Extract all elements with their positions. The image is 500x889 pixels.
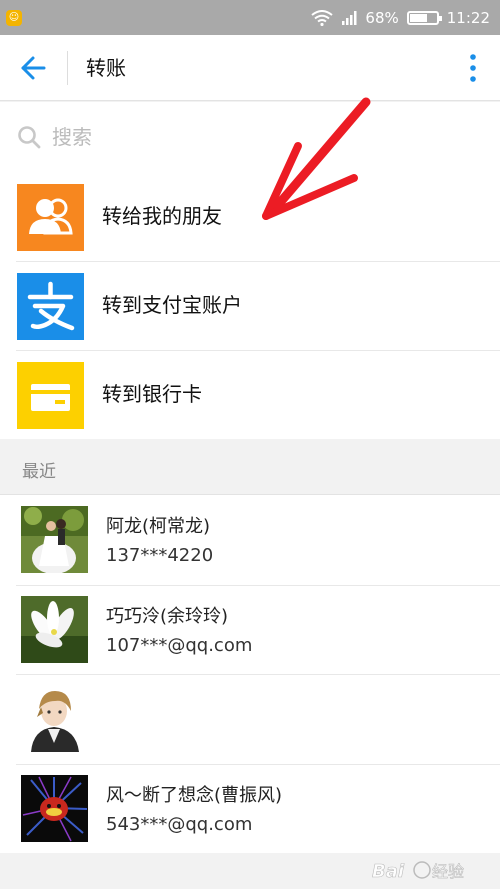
- page-title: 转账: [86, 56, 126, 80]
- contact-account: 543***@qq.com: [106, 813, 253, 835]
- avatar: [21, 506, 88, 573]
- svg-text:Bai: Bai: [372, 861, 405, 882]
- wifi-icon: [311, 9, 334, 26]
- back-arrow-icon: [21, 56, 46, 80]
- more-vertical-icon: [470, 54, 476, 82]
- battery-icon: [406, 10, 442, 25]
- bank-card-icon: [17, 362, 84, 429]
- avatar: [21, 595, 88, 663]
- contact-name: 阿龙(柯常龙): [106, 516, 211, 537]
- recent-contacts-list: 阿龙(柯常龙) 137***4220 巧巧泠(余玲玲) 107***@qq.co…: [0, 495, 500, 853]
- search-bar: [0, 102, 500, 172]
- status-bar: ☺ 68% 11:22: [0, 0, 500, 35]
- contact-row[interactable]: 阿龙(柯常龙) 137***4220: [0, 495, 500, 585]
- back-button[interactable]: [12, 49, 52, 87]
- signal-icon: [342, 10, 357, 25]
- contact-name: 巧巧泠(余玲玲): [106, 605, 229, 627]
- alipay-icon: [17, 273, 84, 340]
- clock: 11:22: [446, 8, 490, 27]
- avatar: [21, 774, 88, 842]
- contact-row[interactable]: [0, 674, 500, 764]
- search-icon: [18, 126, 41, 149]
- option-transfer-to-bank-card[interactable]: 转到银行卡: [0, 350, 500, 439]
- search-input[interactable]: [52, 116, 472, 158]
- contact-name: 风～断了想念(曹振风): [106, 784, 283, 806]
- contact-row[interactable]: 巧巧泠(余玲玲) 107***@qq.com: [0, 584, 500, 675]
- contact-account: 107***@qq.com: [106, 634, 253, 656]
- recent-section-header: 最近: [0, 449, 500, 495]
- contact-row[interactable]: 风～断了想念(曹振风) 543***@qq.com: [0, 763, 500, 854]
- contact-account: 137***4220: [106, 545, 214, 566]
- notification-app-icon: ☺: [6, 10, 22, 26]
- baidu-watermark-icon: Bai 经验: [372, 861, 464, 883]
- top-bar: 转账: [0, 35, 500, 101]
- more-options-button[interactable]: [466, 51, 480, 85]
- option-label: 转给我的朋友: [102, 204, 222, 228]
- option-transfer-to-alipay[interactable]: 转到支付宝账户: [0, 261, 500, 350]
- recent-title: 最近: [22, 462, 56, 482]
- avatar: [21, 685, 88, 752]
- option-label: 转到银行卡: [102, 382, 202, 406]
- header-divider: [67, 51, 68, 85]
- option-label: 转到支付宝账户: [102, 293, 242, 317]
- svg-text:经验: 经验: [432, 862, 464, 881]
- option-transfer-to-friend[interactable]: 转给我的朋友: [0, 172, 500, 261]
- battery-percent: 68%: [365, 8, 399, 27]
- transfer-options: 转给我的朋友 转到支付宝账户 转到银行卡: [0, 172, 500, 439]
- friends-icon: [17, 184, 84, 251]
